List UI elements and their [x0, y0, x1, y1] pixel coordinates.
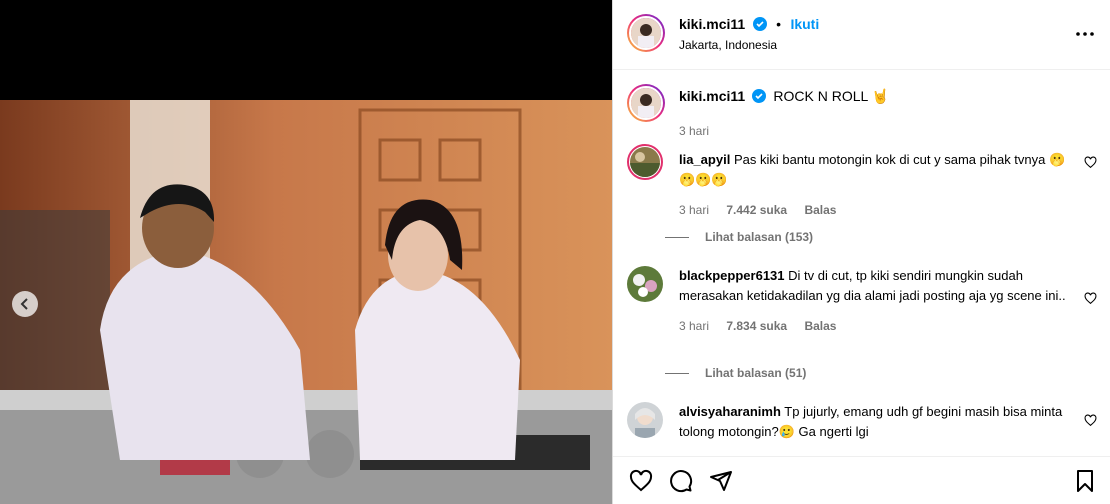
chevron-left-icon [20, 298, 28, 310]
post-location[interactable]: Jakarta, Indonesia [679, 38, 777, 52]
comment-username[interactable]: blackpepper6131 [679, 268, 785, 283]
comment-username[interactable]: alvisyaharanimh [679, 404, 781, 419]
commenter-avatar[interactable] [627, 144, 663, 180]
caption-text: ROCK N ROLL 🤘 [773, 88, 890, 104]
author-avatar[interactable] [627, 14, 665, 52]
reply-button[interactable]: Balas [804, 203, 836, 217]
bookmark-icon[interactable] [1073, 469, 1097, 493]
caption-avatar[interactable] [627, 84, 665, 122]
comment-item: alvisyaharanimh Tp jujurly, emang udh gf… [627, 402, 1097, 456]
comment-meta: 3 hari 7.834 suka Balas [679, 316, 1079, 336]
post-media [0, 0, 612, 504]
replies-divider [665, 372, 689, 374]
comment-likes[interactable]: 7.442 suka [726, 203, 787, 217]
view-replies-button[interactable]: Lihat balasan (153) [665, 230, 813, 244]
previous-slide-button[interactable] [12, 291, 38, 317]
comment-username[interactable]: lia_apyil [679, 152, 730, 167]
instagram-post-view: kiki.mci11 • Ikuti Jakarta, Indonesia ki… [0, 0, 1110, 504]
replies-divider [665, 236, 689, 238]
separator-dot: • [776, 16, 781, 32]
post-side-panel: kiki.mci11 • Ikuti Jakarta, Indonesia ki… [612, 0, 1110, 504]
post-photo[interactable] [0, 100, 612, 504]
comment-meta: 3 hari 7.442 suka Balas [679, 200, 1079, 220]
post-header: kiki.mci11 • Ikuti Jakarta, Indonesia [613, 0, 1110, 70]
more-options-icon[interactable] [1075, 26, 1095, 42]
heart-icon[interactable] [1084, 156, 1097, 169]
follow-button[interactable]: Ikuti [790, 16, 819, 32]
comment-item: lia_apyil Pas kiki bantu motongin kok di… [627, 144, 1097, 244]
view-replies-label: Lihat balasan (153) [705, 230, 814, 244]
heart-icon[interactable] [629, 469, 653, 493]
caption-time: 3 hari [679, 124, 710, 138]
caption: kiki.mci11 ROCK N ROLL 🤘 3 hari [627, 84, 1087, 144]
comment-text: Pas kiki bantu motongin kok di cut y sam… [679, 152, 1066, 187]
heart-icon[interactable] [1084, 292, 1097, 305]
heart-icon[interactable] [1084, 414, 1097, 427]
comments-list: kiki.mci11 ROCK N ROLL 🤘 3 hari lia_apyi… [613, 70, 1110, 456]
commenter-avatar[interactable] [627, 402, 663, 438]
share-icon[interactable] [709, 469, 733, 493]
verified-badge-icon [751, 89, 766, 103]
reply-button[interactable]: Balas [804, 319, 836, 333]
comment-time: 3 hari [679, 203, 710, 217]
comment-time: 3 hari [679, 319, 710, 333]
commenter-avatar[interactable] [627, 266, 663, 302]
view-replies-label: Lihat balasan (51) [705, 366, 807, 380]
comment-likes[interactable]: 7.834 suka [726, 319, 787, 333]
comment-icon[interactable] [669, 469, 693, 493]
caption-username[interactable]: kiki.mci11 [679, 88, 745, 104]
view-replies-button[interactable]: Lihat balasan (51) [665, 366, 806, 380]
author-username[interactable]: kiki.mci11 [679, 16, 745, 32]
post-actions-bar [613, 456, 1110, 504]
verified-badge-icon [752, 17, 767, 31]
